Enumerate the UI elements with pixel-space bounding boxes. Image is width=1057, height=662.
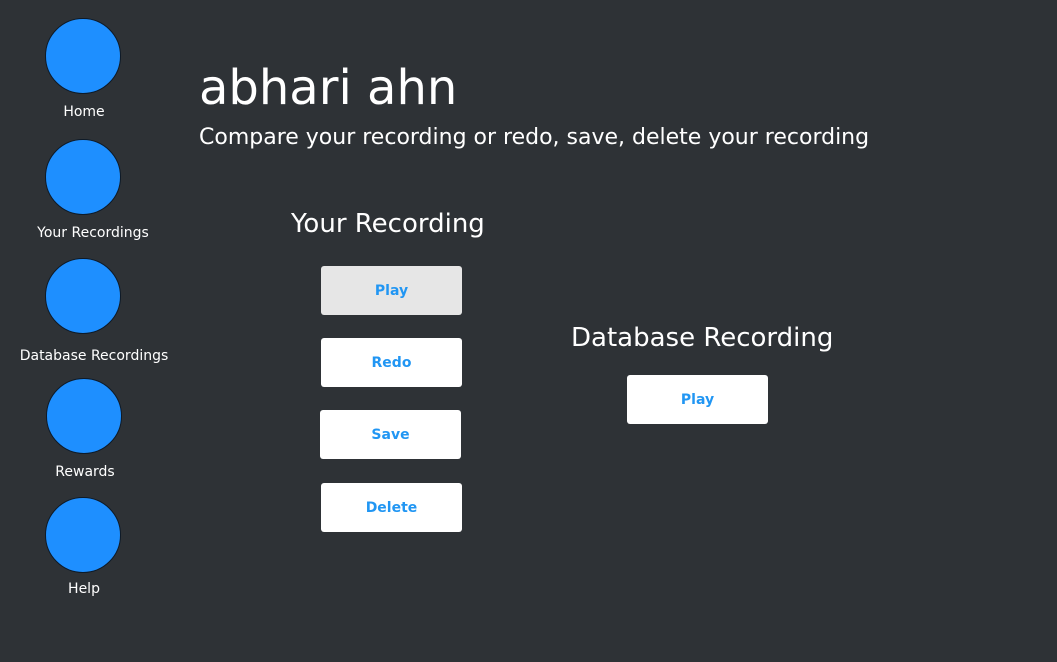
sidebar-item-label: Help <box>68 581 100 597</box>
rewards-icon[interactable] <box>46 378 122 454</box>
delete-button[interactable]: Delete <box>321 483 462 532</box>
sidebar-item-label: Database Recordings <box>19 348 169 364</box>
sidebar-item-label: Rewards <box>55 464 115 480</box>
your-recording-heading: Your Recording <box>291 209 485 239</box>
database-recording-heading: Database Recording <box>571 323 834 353</box>
your-recordings-icon[interactable] <box>45 139 121 215</box>
page-title: abhari ahn <box>199 60 458 116</box>
your-recording-play-button[interactable]: Play <box>321 266 462 315</box>
sidebar-item-label: Your Recordings <box>37 225 149 241</box>
save-button[interactable]: Save <box>320 410 461 459</box>
database-recordings-icon[interactable] <box>45 258 121 334</box>
home-icon[interactable] <box>45 18 121 94</box>
page-subtitle: Compare your recording or redo, save, de… <box>199 125 870 150</box>
redo-button[interactable]: Redo <box>321 338 462 387</box>
help-icon[interactable] <box>45 497 121 573</box>
database-recording-play-button[interactable]: Play <box>627 375 768 424</box>
sidebar-item-label: Home <box>63 104 105 120</box>
